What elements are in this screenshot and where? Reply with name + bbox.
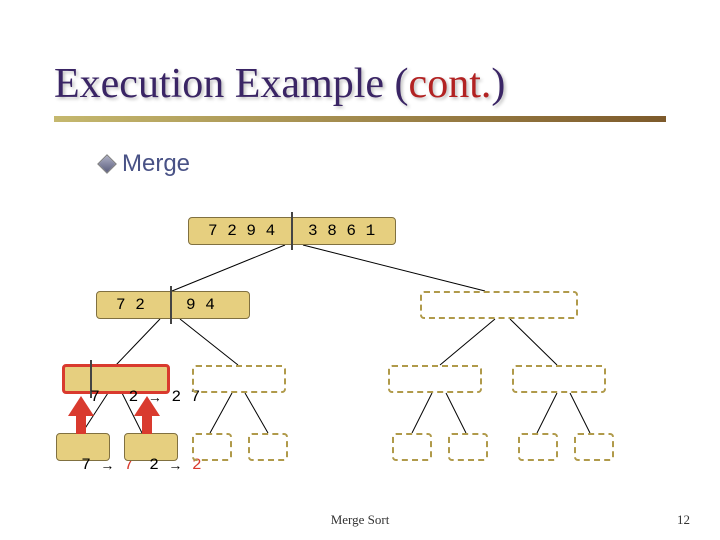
arrow-icon: →	[168, 457, 182, 473]
l3-1-in: 7	[81, 456, 91, 474]
node-l3-8	[574, 433, 614, 461]
l1-left-a: 7 2	[116, 296, 145, 314]
node-l1-right	[420, 291, 578, 319]
title-text: Execution Example (	[54, 61, 409, 107]
up-arrow-icon-1	[66, 396, 96, 434]
l3-2-in: 2	[149, 456, 159, 474]
footer-page: 12	[677, 512, 690, 528]
l3-1-text: 7 → 7	[62, 438, 134, 474]
node-l3-3	[192, 433, 232, 461]
root-left-text: 7 2 9 4	[208, 222, 275, 240]
arrow-icon: →	[100, 457, 114, 473]
l1-left-b: 9 4	[186, 296, 215, 314]
bullet-row: Merge	[100, 150, 190, 178]
root-separator	[291, 212, 293, 250]
node-l3-7	[518, 433, 558, 461]
node-l3-5	[392, 433, 432, 461]
node-l2-b	[192, 365, 286, 393]
up-arrow-icon-2	[132, 396, 162, 434]
l1-left-separator	[170, 286, 172, 324]
l3-2-text: 2 → 2	[130, 438, 202, 474]
title-close: )	[491, 61, 505, 107]
node-l2-c	[388, 365, 482, 393]
slide-title: Execution Example (cont.)	[54, 60, 505, 108]
title-underline	[54, 116, 666, 122]
footer-center: Merge Sort	[0, 512, 720, 528]
node-l3-4	[248, 433, 288, 461]
root-right-text: 3 8 6 1	[308, 222, 375, 240]
bullet-text: Merge	[122, 150, 190, 178]
title-cont: cont.	[409, 61, 492, 107]
diamond-icon	[97, 154, 117, 174]
node-l3-6	[448, 433, 488, 461]
node-l2-d	[512, 365, 606, 393]
